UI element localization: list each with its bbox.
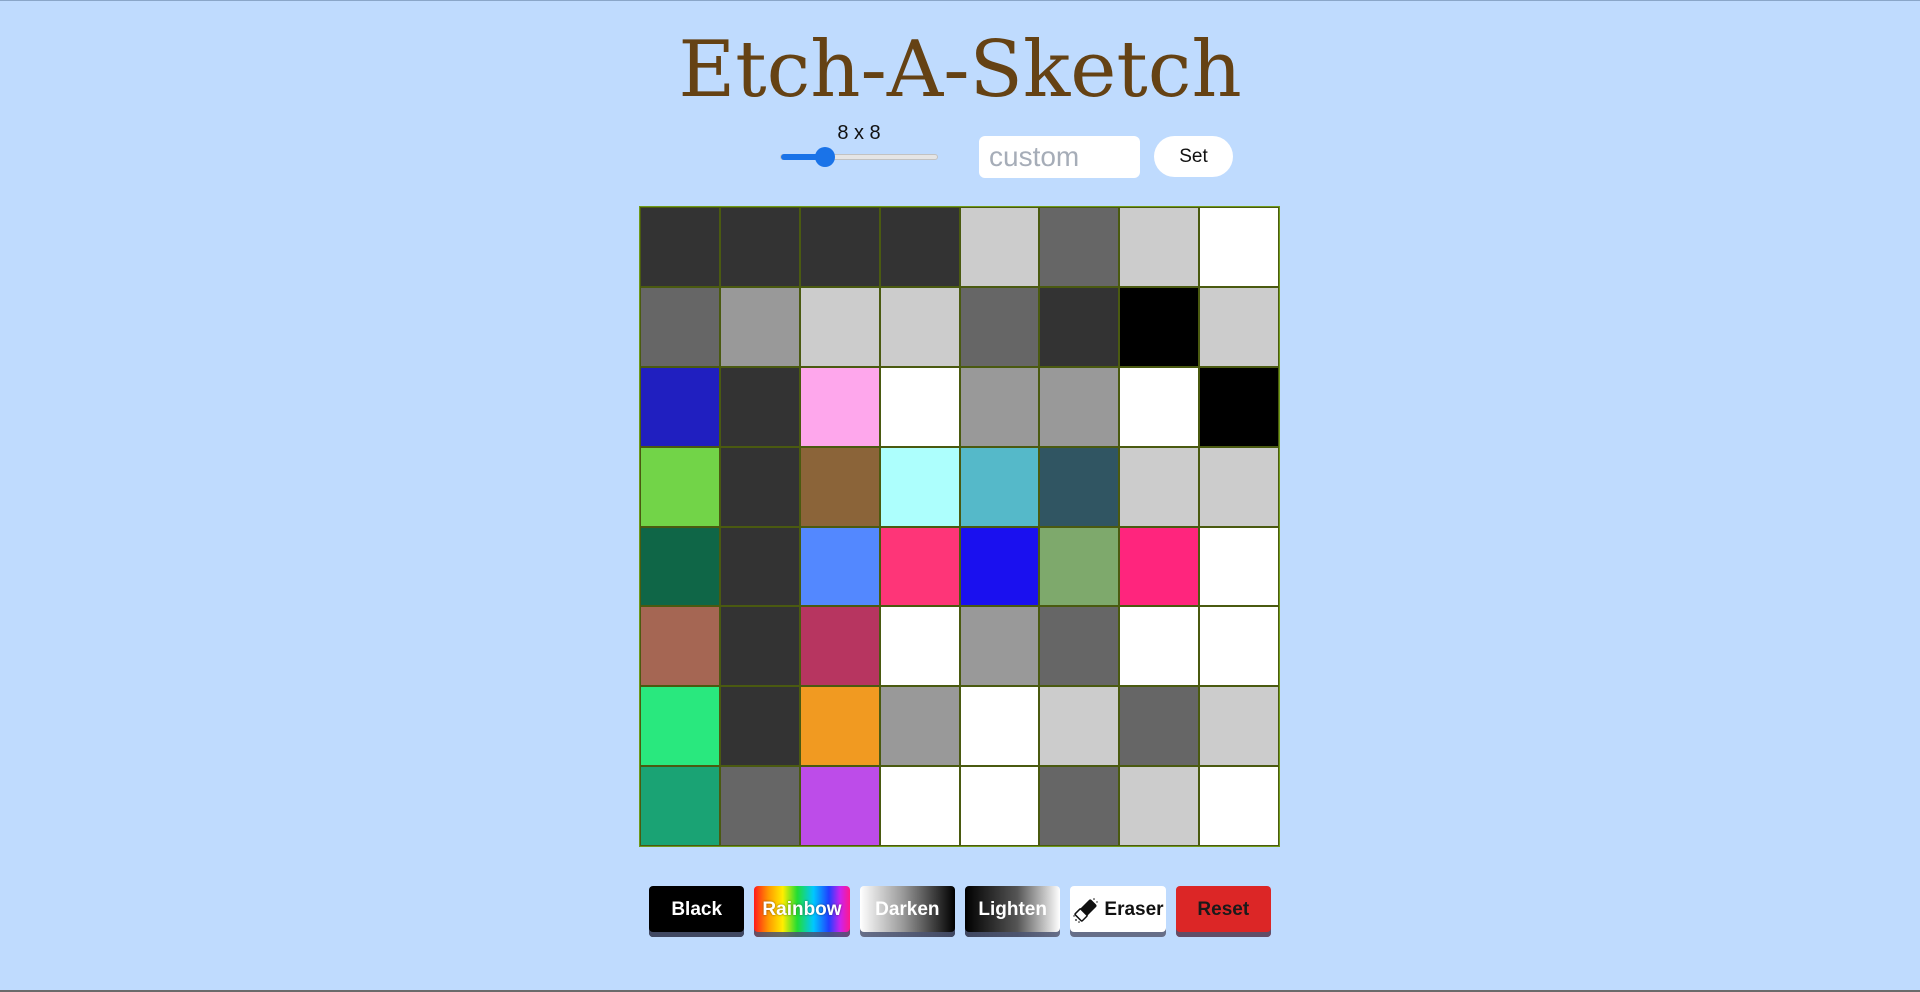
- grid-cell[interactable]: [959, 766, 1040, 846]
- top-border: [0, 0, 1920, 1]
- grid-cell[interactable]: [959, 366, 1040, 447]
- grid-cell[interactable]: [1119, 286, 1200, 367]
- grid-cell[interactable]: [879, 606, 960, 687]
- grid-cell[interactable]: [799, 606, 880, 687]
- grid-cell[interactable]: [1119, 446, 1200, 527]
- grid-cell[interactable]: [719, 446, 800, 527]
- grid-cell[interactable]: [799, 526, 880, 607]
- grid-cell[interactable]: [799, 686, 880, 767]
- grid-cell[interactable]: [799, 366, 880, 447]
- grid-cell[interactable]: [640, 686, 720, 767]
- grid-cell[interactable]: [1119, 766, 1200, 846]
- grid-cell[interactable]: [959, 446, 1040, 527]
- grid-cell[interactable]: [1039, 366, 1120, 447]
- grid-cell[interactable]: [1199, 606, 1279, 687]
- grid-cell[interactable]: [1119, 207, 1200, 287]
- grid-cell[interactable]: [640, 606, 720, 687]
- page-title: Etch-A-Sketch: [678, 25, 1242, 115]
- grid-size-slider[interactable]: [780, 147, 938, 167]
- grid-cell[interactable]: [959, 686, 1040, 767]
- grid-cell[interactable]: [640, 366, 720, 447]
- custom-size-input[interactable]: [979, 136, 1140, 178]
- grid-cell[interactable]: [719, 207, 800, 287]
- eraser-icon: [1073, 897, 1099, 923]
- grid-cell[interactable]: [640, 526, 720, 607]
- grid-cell[interactable]: [1039, 446, 1120, 527]
- grid-cell[interactable]: [799, 286, 880, 367]
- grid-cell[interactable]: [1039, 606, 1120, 687]
- grid-cell[interactable]: [879, 526, 960, 607]
- grid-cell[interactable]: [879, 446, 960, 527]
- slider-thumb[interactable]: [815, 147, 836, 167]
- grid-cell[interactable]: [799, 766, 880, 846]
- grid-cell[interactable]: [640, 446, 720, 527]
- grid-cell[interactable]: [1119, 526, 1200, 607]
- grid-cell[interactable]: [719, 766, 800, 846]
- lighten-mode-button[interactable]: Lighten: [964, 886, 1061, 937]
- grid-cell[interactable]: [1039, 526, 1120, 607]
- grid-cell[interactable]: [1199, 766, 1279, 846]
- mode-toolbar: Black Rainbow Darken Lighten Eraser Rese…: [649, 886, 1271, 937]
- eraser-mode-button[interactable]: Eraser: [1070, 886, 1166, 937]
- darken-mode-button[interactable]: Darken: [859, 886, 955, 937]
- grid-cell[interactable]: [1199, 366, 1279, 447]
- grid-cell[interactable]: [799, 446, 880, 527]
- grid-cell[interactable]: [1119, 606, 1200, 687]
- sketch-grid[interactable]: [639, 206, 1280, 847]
- grid-cell[interactable]: [879, 366, 960, 447]
- grid-cell[interactable]: [879, 766, 960, 846]
- grid-cell[interactable]: [1119, 366, 1200, 447]
- grid-cell[interactable]: [1199, 526, 1279, 607]
- grid-cell[interactable]: [719, 286, 800, 367]
- grid-cell[interactable]: [959, 526, 1040, 607]
- grid-cell[interactable]: [959, 606, 1040, 687]
- grid-cell[interactable]: [1039, 286, 1120, 367]
- grid-cell[interactable]: [1199, 207, 1279, 287]
- grid-cell[interactable]: [719, 366, 800, 447]
- grid-cell[interactable]: [959, 286, 1040, 367]
- black-mode-button[interactable]: Black: [649, 886, 745, 937]
- reset-button[interactable]: Reset: [1175, 886, 1271, 937]
- grid-cell[interactable]: [1199, 446, 1279, 527]
- set-button[interactable]: Set: [1154, 136, 1233, 177]
- eraser-label: Eraser: [1104, 898, 1164, 920]
- grid-cell[interactable]: [799, 207, 880, 287]
- grid-cell[interactable]: [879, 286, 960, 367]
- grid-cell[interactable]: [1039, 686, 1120, 767]
- grid-cell[interactable]: [1119, 686, 1200, 767]
- grid-cell[interactable]: [719, 526, 800, 607]
- grid-size-label: 8 x 8: [837, 122, 881, 144]
- grid-cell[interactable]: [719, 686, 800, 767]
- grid-cell[interactable]: [879, 686, 960, 767]
- grid-cell[interactable]: [719, 606, 800, 687]
- grid-cell[interactable]: [640, 286, 720, 367]
- grid-cell[interactable]: [879, 207, 960, 287]
- grid-cell[interactable]: [1039, 207, 1120, 287]
- rainbow-mode-button[interactable]: Rainbow: [754, 886, 850, 937]
- grid-cell[interactable]: [1199, 286, 1279, 367]
- grid-cell[interactable]: [640, 207, 720, 287]
- grid-cell[interactable]: [1039, 766, 1120, 846]
- grid-cell[interactable]: [1199, 686, 1279, 767]
- grid-cell[interactable]: [959, 207, 1040, 287]
- grid-cell[interactable]: [640, 766, 720, 846]
